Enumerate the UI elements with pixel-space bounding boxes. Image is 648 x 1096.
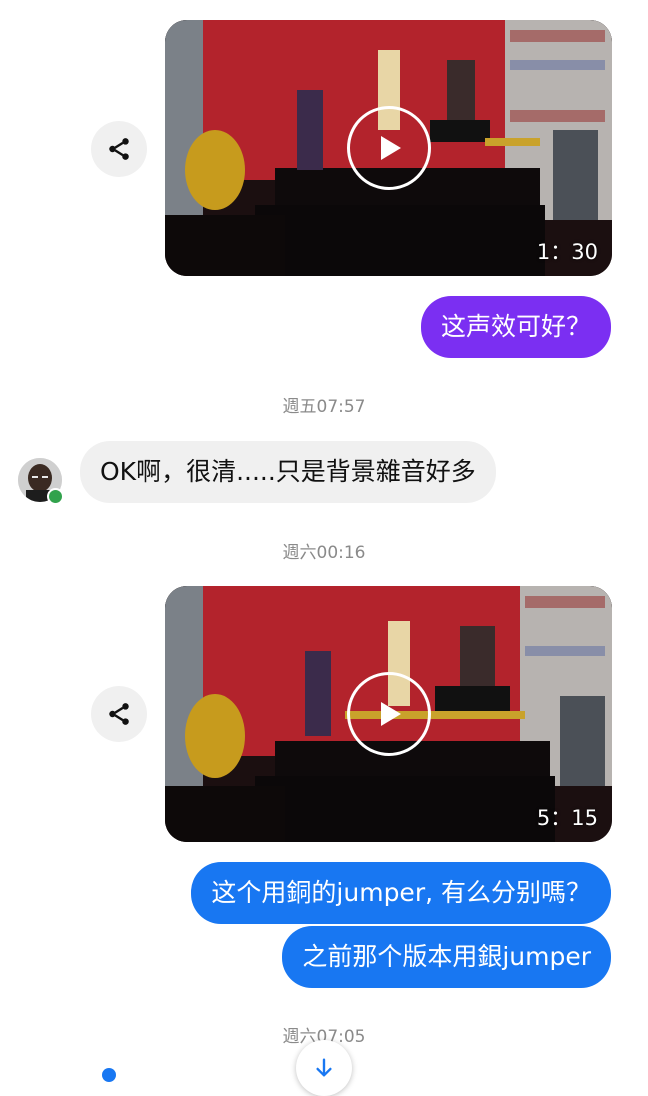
share-icon <box>109 138 129 160</box>
share-button-1[interactable] <box>91 121 147 177</box>
share-button-2[interactable] <box>91 686 147 742</box>
play-icon <box>380 702 401 726</box>
scroll-to-bottom-button[interactable] <box>296 1040 352 1096</box>
timestamp-2: 週六00:16 <box>282 543 366 563</box>
sent-message-1[interactable]: 这声效可好？ <box>420 296 611 358</box>
video-message-1[interactable]: 1：30 <box>165 20 612 276</box>
arrow-down-icon <box>316 1058 332 1077</box>
online-status-indicator <box>47 488 64 505</box>
sent-message-3[interactable]: 之前那个版本用銀jumper <box>282 926 611 988</box>
play-icon <box>380 136 401 160</box>
share-icon <box>109 703 129 725</box>
received-message-1[interactable]: OK啊，很清.....只是背景雜音好多 <box>80 441 496 503</box>
timestamp-1: 週五07:57 <box>282 397 366 417</box>
video-duration-2: 5：15 <box>536 806 598 830</box>
video-duration-1: 1：30 <box>536 240 598 264</box>
play-button-2[interactable] <box>346 672 431 756</box>
video-message-2[interactable]: 5：15 <box>165 586 612 842</box>
sent-message-2[interactable]: 这个用銅的jumper, 有么分别嗎？ <box>191 862 611 924</box>
play-button-1[interactable] <box>346 106 431 190</box>
